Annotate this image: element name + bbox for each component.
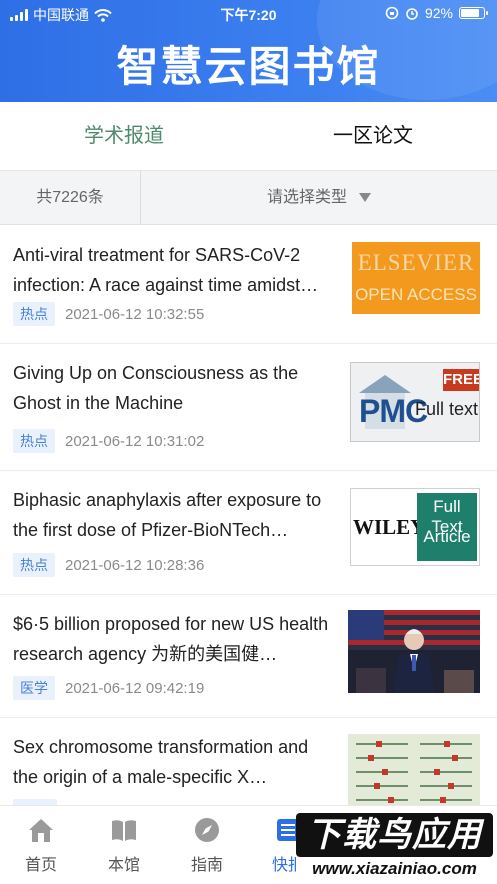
article-title: Biphasic anaphylaxis after exposure to t… (13, 490, 322, 540)
battery-percent: 92% (424, 5, 453, 21)
article-title: Anti-viral treatment for SARS-CoV-2 infe… (13, 245, 319, 295)
pmc-free: FREE (443, 369, 479, 391)
watermark-cn: 下载鸟应用 (296, 813, 493, 857)
nav-home[interactable]: 首页 (1, 806, 81, 884)
article-date: 2021-06-12 10:31:02 (65, 432, 205, 450)
speech-photo (348, 610, 480, 693)
alarm-icon (406, 8, 418, 20)
elsevier-thumbnail: ELSEVIER OPEN ACCESS (352, 242, 480, 314)
rotation-lock-icon (385, 6, 399, 20)
app-header: 中国联通 下午7:20 92% 智慧云图书馆 (0, 0, 497, 102)
watermark: 下载鸟应用 www.xiazainiao.com (296, 813, 493, 881)
article-title: Giving Up on Consciousness as the Ghost … (13, 363, 299, 413)
list-item[interactable]: Biphasic anaphylaxis after exposure to t… (0, 470, 497, 595)
article-date: 2021-06-12 09:42:19 (65, 679, 205, 697)
category-tabs: 学术报道 一区论文 (0, 102, 497, 171)
status-bar: 中国联通 下午7:20 92% (0, 0, 497, 26)
wiley-thumbnail: WILEY Full Text Article (350, 488, 480, 566)
compass-icon (195, 818, 219, 842)
battery-icon (459, 7, 488, 19)
pmc-thumbnail: PMC FREE Full text (350, 362, 480, 442)
app-title: 智慧云图书馆 (116, 43, 381, 90)
elsevier-line1: ELSEVIER (357, 250, 475, 275)
chromosome-thumbnail (348, 734, 480, 805)
tag-badge: 热点 (13, 429, 55, 453)
list-item[interactable]: Sex chromosome transformation and the or… (0, 717, 497, 805)
list-item[interactable]: Anti-viral treatment for SARS-CoV-2 infe… (0, 225, 497, 344)
result-count: 共7226条 (0, 171, 141, 224)
article-list: Anti-viral treatment for SARS-CoV-2 infe… (0, 225, 497, 805)
article-date: 2021-06-12 10:32:55 (65, 305, 205, 323)
wiley-line2: Article (423, 527, 471, 546)
tab-top-papers[interactable]: 一区论文 (249, 102, 497, 170)
nav-guide-label: 指南 (190, 857, 223, 874)
article-date: 2021-06-12 10:28:36 (65, 556, 205, 574)
watermark-url: www.xiazainiao.com (296, 857, 493, 881)
article-title: Sex chromosome transformation and the or… (13, 737, 309, 787)
tag-badge: 医学 (13, 676, 55, 700)
nav-guide[interactable]: 指南 (167, 806, 247, 884)
tag-badge: 热点 (13, 302, 55, 326)
nav-library[interactable]: 本馆 (84, 806, 164, 884)
pmc-full-text: Full text (415, 399, 479, 419)
type-select[interactable]: 请选择类型 (141, 171, 497, 224)
tab-academic-reports[interactable]: 学术报道 (0, 102, 248, 170)
list-item[interactable]: Giving Up on Consciousness as the Ghost … (0, 343, 497, 471)
list-item[interactable]: $6·5 billion proposed for new US health … (0, 594, 497, 718)
book-icon (112, 820, 136, 841)
nav-home-label: 首页 (24, 857, 57, 874)
nav-library-label: 本馆 (107, 857, 140, 874)
home-icon (29, 819, 53, 842)
tag-badge: 热点 (13, 553, 55, 577)
filter-bar: 共7226条 请选择类型 (0, 171, 497, 225)
dropdown-arrow-icon (359, 193, 371, 203)
speech-photo-thumbnail (348, 610, 480, 693)
type-select-label: 请选择类型 (266, 189, 347, 206)
elsevier-line2: OPEN ACCESS (355, 285, 477, 304)
article-title: $6·5 billion proposed for new US health … (13, 614, 329, 664)
chromosome-diagram (356, 741, 472, 803)
wiley-logo: WILEY (353, 515, 426, 539)
